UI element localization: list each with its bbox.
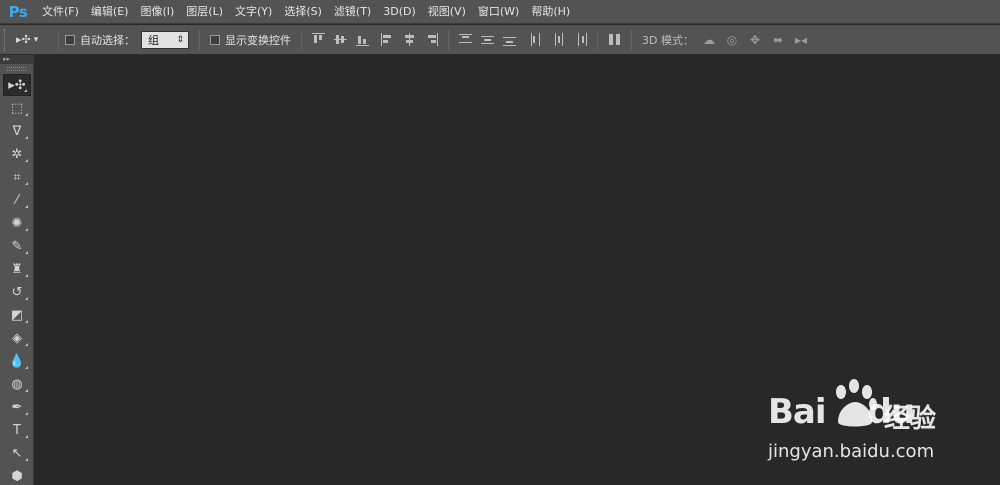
3d-roll-icon[interactable]: ◎ [725,33,739,47]
paw-logo-icon [836,379,877,427]
select-arrows-icon: ⇕ [176,34,184,45]
tool-flyout-indicator [25,113,28,116]
align-hcenter-icon[interactable] [403,33,416,46]
eyedropper-tool-icon[interactable]: ⁄ [3,189,31,211]
menu-bar: Ps 文件(F) 编辑(E) 图像(I) 图层(L) 文字(Y) 选择(S) 滤… [0,0,1000,24]
align-right-icon[interactable] [425,33,438,46]
align-vcenter-icon[interactable] [334,33,347,46]
distribute-bottom-icon[interactable] [503,33,516,46]
distribute-hcenter-icon[interactable] [552,33,565,46]
auto-select-value: 组 [148,33,159,47]
align-left-icon[interactable] [381,33,394,46]
3d-pan-icon[interactable]: ✥ [748,33,762,47]
dodge-tool-icon[interactable]: ◍ [3,373,31,395]
chevron-down-icon: ▾ [33,34,39,45]
tools-panel: ▸▸ ▸✣ ⬚ ᐁ ✲ ⌗ ⁄ ✺ ✎ ♜ ↺ ◩ ◈ 💧 ◍ ✒ T ↖ ⬢ [0,55,34,485]
tool-flyout-indicator [25,182,28,185]
tool-flyout-indicator [25,343,28,346]
tool-flyout-indicator [24,89,27,92]
tool-flyout-indicator [25,297,28,300]
tool-flyout-indicator [25,435,28,438]
tool-flyout-indicator [25,458,28,461]
menu-layer[interactable]: 图层(L) [180,0,229,24]
auto-select-dropdown[interactable]: 组 ⇕ [141,30,189,49]
tool-flyout-indicator [25,320,28,323]
lasso-tool-icon[interactable]: ᐁ [3,120,31,142]
blur-tool-icon[interactable]: 💧 [3,350,31,372]
divider [58,29,59,50]
tool-flyout-indicator [25,389,28,392]
eraser-tool-icon[interactable]: ◩ [3,304,31,326]
align-horizontal-group [377,33,442,46]
menu-3d[interactable]: 3D(D) [377,0,422,24]
tool-flyout-indicator [25,366,28,369]
menu-window[interactable]: 窗口(W) [472,0,525,24]
marquee-tool-icon[interactable]: ⬚ [3,97,31,119]
menu-help[interactable]: 帮助(H) [525,0,576,24]
tool-list: ▸✣ ⬚ ᐁ ✲ ⌗ ⁄ ✺ ✎ ♜ ↺ ◩ ◈ 💧 ◍ ✒ T ↖ ⬢ [0,74,33,485]
show-transform-label: 显示变换控件 [225,33,291,47]
auto-align-layers-icon[interactable] [608,33,621,46]
menu-edit[interactable]: 编辑(E) [85,0,135,24]
align-group [308,33,373,46]
auto-select-checkbox[interactable] [65,34,75,45]
divider [301,29,302,50]
menu-filter[interactable]: 滤镜(T) [328,0,377,24]
menu-select[interactable]: 选择(S) [278,0,328,24]
options-bar: ▸✣ ▾ 自动选择： 组 ⇕ 显示变换控件 3D 模式： ☁ ◎ ✥ ⬌ ▸◂ [0,25,1000,55]
options-bar-grip[interactable] [4,28,10,51]
watermark-product: 经验 [884,404,937,434]
distribute-right-icon[interactable] [574,33,587,46]
brush-tool-icon[interactable]: ✎ [3,235,31,257]
align-top-icon[interactable] [312,33,325,46]
crop-tool-icon[interactable]: ⌗ [3,166,31,188]
tool-flyout-indicator [25,251,28,254]
move-preset-icon: ▸✣ [16,33,31,46]
distribute-left-icon[interactable] [530,33,543,46]
magic-wand-tool-icon[interactable]: ✲ [3,143,31,165]
menu-image[interactable]: 图像(I) [134,0,180,24]
move-tool-icon[interactable]: ▸✣ [3,74,31,96]
tool-flyout-indicator [25,159,28,162]
divider [597,29,598,50]
distribute-top-icon[interactable] [459,33,472,46]
3d-rotate-icon[interactable]: ☁ [702,33,716,47]
divider [448,29,449,50]
divider [199,29,200,50]
path-selection-tool-icon[interactable]: ↖ [3,442,31,464]
3d-slide-icon[interactable]: ⬌ [771,33,785,47]
watermark-url: jingyan.baidu.com [768,441,935,462]
tool-flyout-indicator [25,412,28,415]
menu-file[interactable]: 文件(F) [36,0,85,24]
distribute-vcenter-icon[interactable] [481,33,494,46]
history-brush-tool-icon[interactable]: ↺ [3,281,31,303]
tool-flyout-indicator [25,274,28,277]
distribute-horizontal-group [526,33,591,46]
auto-select-label: 自动选择： [80,33,135,47]
tool-flyout-indicator [25,136,28,139]
3d-mode-label: 3D 模式： [642,33,694,47]
divider [631,29,632,50]
type-tool-icon[interactable]: T [3,419,31,441]
tool-preset-picker[interactable]: ▸✣ ▾ [16,33,52,46]
clone-stamp-tool-icon[interactable]: ♜ [3,258,31,280]
ps-logo: Ps [8,2,28,21]
distribute-vertical-group [455,33,520,46]
tool-flyout-indicator [25,205,28,208]
tool-flyout-indicator [25,228,28,231]
menu-type[interactable]: 文字(Y) [229,0,278,24]
3d-scale-icon[interactable]: ▸◂ [794,33,808,47]
pen-tool-icon[interactable]: ✒ [3,396,31,418]
paint-bucket-tool-icon[interactable]: ◈ [3,327,31,349]
menu-view[interactable]: 视图(V) [422,0,472,24]
shape-tool-icon[interactable]: ⬢ [3,465,31,485]
baidu-jingyan-watermark: Bai du 经验 jingyan.baidu.com [768,378,968,468]
spot-healing-tool-icon[interactable]: ✺ [3,212,31,234]
collapse-toolbar-button[interactable]: ▸▸ [0,55,33,64]
show-transform-checkbox[interactable] [210,34,220,45]
align-bottom-icon[interactable] [356,33,369,46]
